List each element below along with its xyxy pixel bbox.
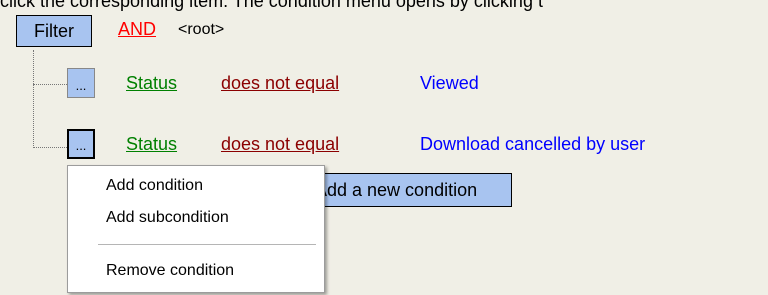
menu-item-remove-condition[interactable]: Remove condition — [106, 260, 316, 282]
filter-button[interactable]: Filter — [16, 15, 92, 47]
menu-item-add-subcondition[interactable]: Add subcondition — [106, 207, 316, 229]
tree-connector-1 — [33, 84, 67, 85]
condition-field-link[interactable]: Status — [126, 134, 177, 155]
group-operator-link[interactable]: AND — [118, 19, 156, 40]
condition-operator-link[interactable]: does not equal — [221, 73, 339, 94]
condition-operator-link[interactable]: does not equal — [221, 134, 339, 155]
condition-context-menu: Add condition Add subcondition Remove co… — [67, 165, 325, 293]
tree-connector-2 — [33, 147, 67, 148]
root-label: <root> — [178, 21, 225, 38]
condition-field-link[interactable]: Status — [126, 73, 177, 94]
condition-value[interactable]: Download cancelled by user — [420, 134, 645, 155]
menu-item-add-condition[interactable]: Add condition — [106, 175, 316, 197]
condition-value[interactable]: Viewed — [420, 73, 479, 94]
condition-menu-button[interactable]: ... — [67, 129, 95, 159]
condition-menu-button[interactable]: ... — [67, 68, 95, 98]
instruction-text: click the corresponding item. The condit… — [0, 0, 543, 11]
tree-connector-vertical — [33, 50, 34, 148]
add-condition-button[interactable]: Add a new condition — [300, 173, 512, 207]
menu-separator — [98, 244, 316, 245]
